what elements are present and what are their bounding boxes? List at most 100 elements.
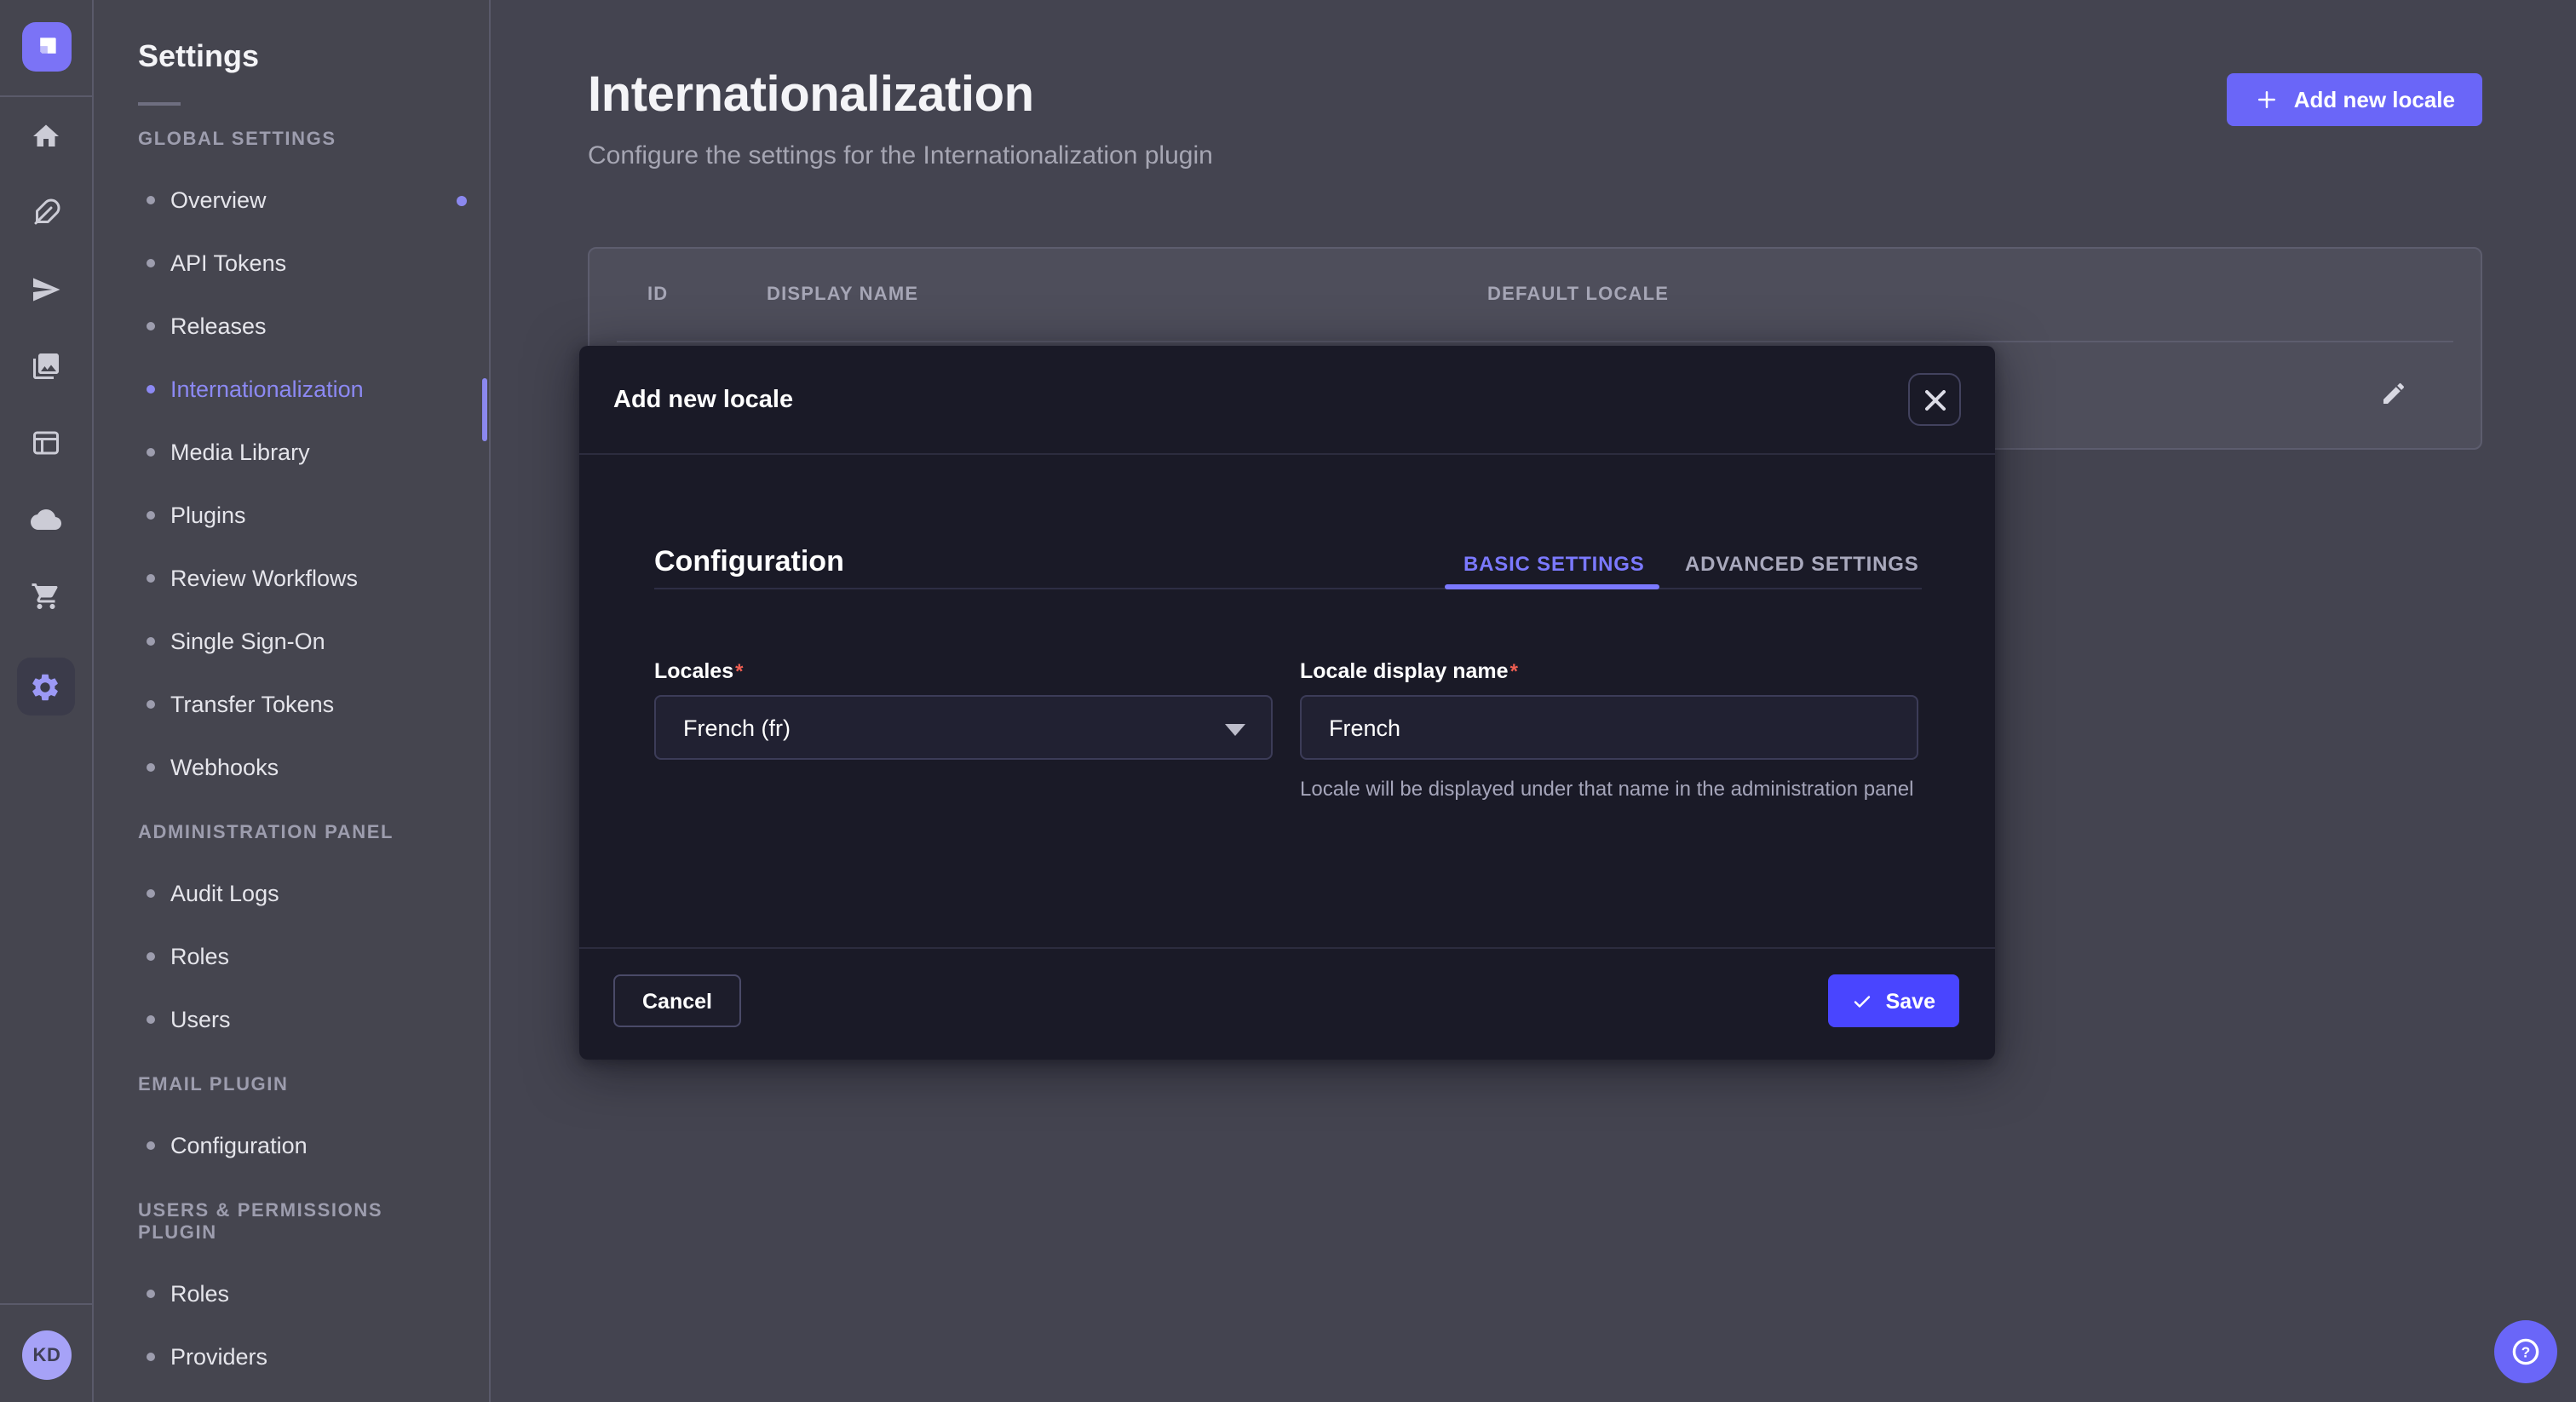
avatar[interactable]: KD [22,1330,72,1380]
sidebar-item-label: Webhooks [170,755,279,780]
sidebar-item-label: Roles [170,1281,229,1307]
save-label: Save [1886,989,1935,1013]
help-button[interactable]: ? [2494,1320,2557,1383]
layout-icon[interactable] [30,428,60,458]
tab-advanced-settings[interactable]: ADVANCED SETTINGS [1685,552,1919,576]
sidebar-item-internationalization[interactable]: Internationalization [94,358,489,421]
page-title: Internationalization [588,68,1034,124]
cloud-icon[interactable] [30,504,60,535]
edit-locale-button[interactable] [2378,379,2409,410]
bullet-icon [147,1015,155,1024]
sidebar-item-label: Releases [170,313,267,339]
pencil-icon [2380,379,2407,406]
add-new-locale-button[interactable]: Add new locale [2228,73,2482,126]
subnav-title: Settings [138,37,489,75]
required-asterisk: * [735,659,743,683]
required-asterisk: * [1510,659,1518,683]
rail-divider [0,95,94,97]
sidebar-item-api-tokens[interactable]: API Tokens [94,232,489,295]
images-icon[interactable] [30,351,60,382]
strapi-logo-icon[interactable] [22,22,72,72]
sidebar-item-providers[interactable]: Providers [94,1325,489,1388]
close-icon [1924,389,1945,410]
bullet-icon [147,763,155,772]
sidebar-item-label: Providers [170,1344,267,1370]
bullet-icon [147,1290,155,1298]
svg-text:?: ? [2521,1343,2531,1360]
sidebar-item-roles[interactable]: Roles [94,925,489,988]
bullet-icon [147,1353,155,1361]
column-header-default-locale: DEFAULT LOCALE [1487,284,1669,305]
bullet-icon [147,322,155,330]
column-header-display-name: DISPLAY NAME [767,284,918,305]
configuration-heading: Configuration [654,545,844,579]
bullet-icon [147,259,155,267]
sidebar-item-review-workflows[interactable]: Review Workflows [94,547,489,610]
sidebar-item-transfer-tokens[interactable]: Transfer Tokens [94,673,489,736]
bullet-icon [147,511,155,520]
sidebar-item-label: Single Sign-On [170,629,325,654]
tab-basic-settings[interactable]: BASIC SETTINGS [1463,552,1645,576]
bullet-icon [147,448,155,457]
rail-bottom-divider [0,1303,94,1305]
strapi-logo-glyph [32,32,61,61]
home-icon[interactable] [30,121,60,152]
section-header-users-and-permissions-plugin: USERS & PERMISSIONS PLUGIN [138,1201,445,1245]
section-header-global-settings: GLOBAL SETTINGS [138,129,445,152]
sidebar-item-roles[interactable]: Roles [94,1262,489,1325]
sidebar-item-users[interactable]: Users [94,988,489,1051]
subnav-scrollbar-thumb[interactable] [482,378,487,441]
display-name-hint: Locale will be displayed under that name… [1300,775,1934,803]
sidebar-item-webhooks[interactable]: Webhooks [94,736,489,799]
bullet-icon [147,889,155,898]
icon-rail: KD [0,0,94,1402]
sidebar-item-overview[interactable]: Overview [94,169,489,232]
display-name-field-box [1300,695,1918,760]
locales-select[interactable]: French (fr) [654,695,1273,760]
sidebar-item-label: Media Library [170,440,310,465]
display-name-label: Locale display name* [1300,659,1518,683]
sidebar-item-label: API Tokens [170,250,286,276]
active-tab-underline [1445,584,1659,589]
sidebar-item-single-sign-on[interactable]: Single Sign-On [94,610,489,673]
app-root: KD Settings GLOBAL SETTINGS Overview API T… [0,0,2576,1402]
sidebar-item-label: Review Workflows [170,566,358,591]
sidebar-item-media-library[interactable]: Media Library [94,421,489,484]
paper-plane-icon[interactable] [30,274,60,305]
page-subtitle: Configure the settings for the Internati… [588,141,1213,170]
notification-dot [457,195,467,205]
locales-select-value: French (fr) [683,715,791,740]
locales-label: Locales* [654,659,743,683]
bullet-icon [147,385,155,394]
modal-header-divider [579,453,1995,455]
cart-icon[interactable] [30,581,60,612]
save-button[interactable]: Save [1828,974,1959,1027]
sidebar-item-label: Users [170,1007,231,1032]
bullet-icon [147,637,155,646]
bullet-icon [147,700,155,709]
sidebar-item-label: Transfer Tokens [170,692,334,717]
bullet-icon [147,952,155,961]
bullet-icon [147,196,155,204]
cancel-button[interactable]: Cancel [613,974,741,1027]
close-button[interactable] [1908,373,1961,426]
plus-icon [2255,87,2280,112]
table-header-row: IDDISPLAY NAMEDEFAULT LOCALE [589,249,2481,341]
modal-header: Add new locale [579,346,1995,453]
sidebar-item-label: Roles [170,944,229,969]
subnav-title-rule [138,102,181,106]
sidebar-item-plugins[interactable]: Plugins [94,484,489,547]
question-icon: ? [2510,1336,2542,1368]
display-name-input[interactable] [1302,697,1917,758]
gear-icon[interactable] [16,658,74,715]
tabs-divider [654,588,1922,589]
sidebar-item-audit-logs[interactable]: Audit Logs [94,862,489,925]
sidebar-item-configuration[interactable]: Configuration [94,1114,489,1177]
sidebar-item-label: Configuration [170,1133,308,1158]
feather-icon[interactable] [30,198,60,228]
sidebar-item-releases[interactable]: Releases [94,295,489,358]
add-locale-modal: Add new locale Configuration BASIC SETTI… [579,346,1995,1060]
sidebar-item-label: Internationalization [170,376,364,402]
locales-label-text: Locales [654,659,733,683]
section-header-email-plugin: EMAIL PLUGIN [138,1075,445,1097]
